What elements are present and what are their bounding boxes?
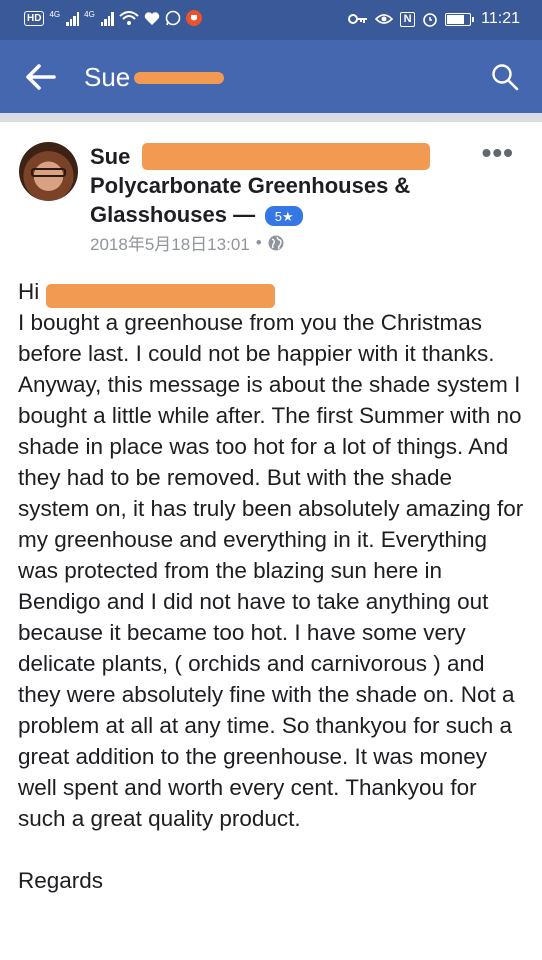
post-timestamp[interactable]: 2018年5月18日13:01 [90,230,250,255]
post-closing: Regards [18,868,104,893]
more-options-button[interactable]: ••• [482,139,514,167]
meta-separator: • [255,232,262,252]
heart-icon [144,11,159,25]
avatar-glasses [31,168,66,177]
battery-icon [445,12,475,26]
shield-app-icon [185,10,202,26]
post-paragraph-1: I bought a greenhouse from you the Chris… [18,310,495,366]
search-icon[interactable] [490,62,520,92]
post-body: Hi I bought a greenhouse from you the Ch… [18,276,528,896]
post-meta: 2018年5月18日13:01 • [90,230,284,255]
app-title: Sue [84,62,225,93]
globe-icon [268,235,284,250]
feed-divider [0,113,542,122]
hd-icon: HD [24,10,45,26]
signal-icon [66,10,80,26]
greeting-text: Hi [18,279,40,304]
redacted-surname [134,72,225,85]
author-name[interactable]: Sue [90,144,130,169]
group-name-text[interactable]: Glasshouses — [90,202,255,227]
rating-badge: 5★ [265,206,304,227]
signal-icon-2 [100,10,114,26]
status-bar: HD 4G 4G N 11:21 [0,0,542,40]
post-header: Sue Polycarbonate Greenhouses & Glasshou… [90,142,450,229]
eye-icon [375,14,394,24]
greeting-line: Hi [18,276,528,308]
group-name-line2: Glasshouses — 5★ [90,200,450,229]
post-card: Sue Polycarbonate Greenhouses & Glasshou… [0,122,542,960]
key-icon [348,14,368,24]
app-title-text: Sue [84,62,131,92]
whatsapp-icon [165,10,181,26]
avatar[interactable] [19,142,78,201]
author-line: Sue [90,142,450,171]
status-right-icons: N 11:21 [348,10,520,28]
redacted-greeting-name [46,284,275,308]
status-time: 11:21 [481,10,520,27]
redacted-author-surname [142,143,431,171]
network-type-label: 4G [49,10,61,19]
network-type-label-2: 4G [84,10,95,19]
back-arrow-icon[interactable] [24,62,58,92]
status-left-icons: HD 4G 4G [24,10,202,26]
nfc-icon: N [400,11,416,27]
app-bar: Sue [0,40,542,113]
group-name-line1[interactable]: Polycarbonate Greenhouses & [90,171,450,200]
wifi-icon [119,11,139,25]
post-paragraph-2: Anyway, this message is about the shade … [18,372,524,831]
alarm-icon [423,13,437,27]
